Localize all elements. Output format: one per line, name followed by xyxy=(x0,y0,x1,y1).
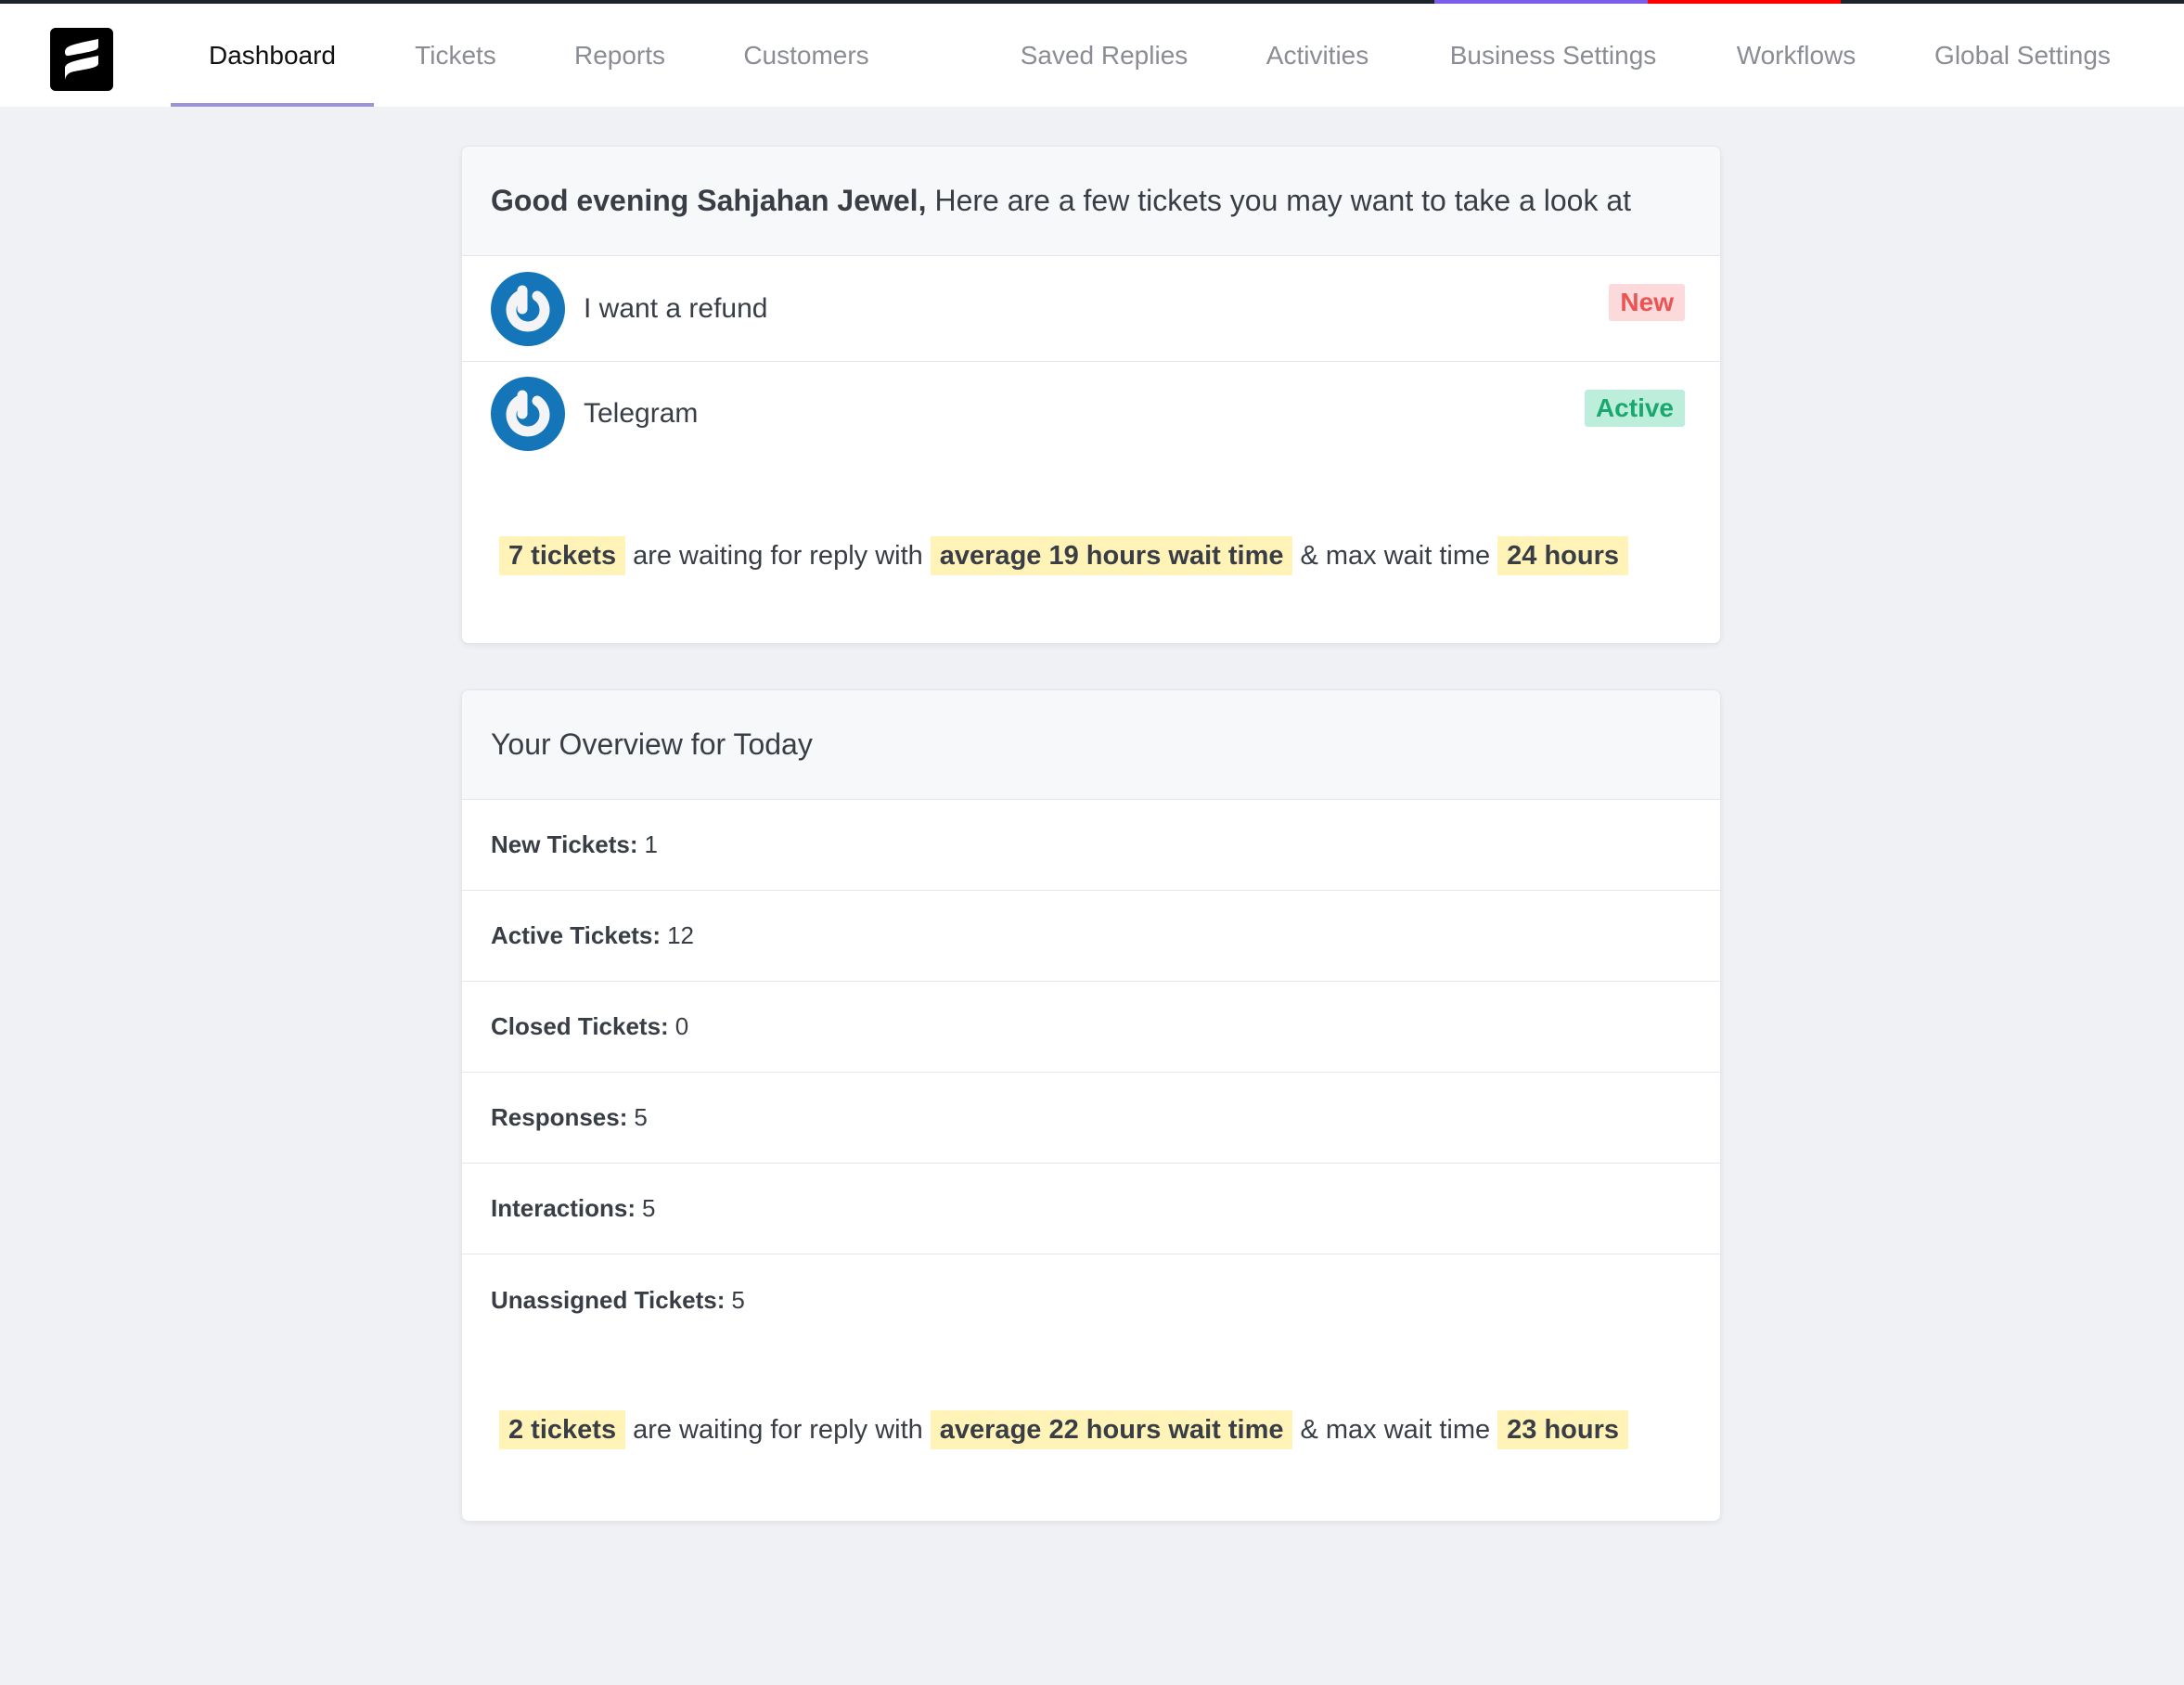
stat-value: 12 xyxy=(667,921,694,949)
ticket-title[interactable]: I want a refund xyxy=(584,293,767,325)
nav-tab-saved-replies[interactable]: Saved Replies xyxy=(1011,4,1197,107)
waiting-count: 7 tickets xyxy=(499,536,626,575)
overview-header: Your Overview for Today xyxy=(462,690,1720,800)
stat-value: 5 xyxy=(634,1103,648,1131)
stat-label: Active Tickets: xyxy=(491,921,662,949)
fluent-support-logo-icon xyxy=(65,39,98,80)
stat-responses: Responses: 5 xyxy=(462,1073,1720,1164)
overview-title: Your Overview for Today xyxy=(491,727,813,761)
stat-unassigned-tickets: Unassigned Tickets: 5 xyxy=(462,1254,1720,1345)
max-wait-time: 23 hours xyxy=(1497,1410,1629,1449)
waiting-summary: 7 tickets are waiting for reply with ave… xyxy=(499,536,1629,575)
waiting-summary: 2 tickets are waiting for reply with ave… xyxy=(499,1410,1629,1449)
waiting-count: 2 tickets xyxy=(499,1410,626,1449)
ticket-title[interactable]: Telegram xyxy=(584,398,698,430)
gravatar-icon xyxy=(506,285,550,331)
nav-tab-business-settings[interactable]: Business Settings xyxy=(1438,4,1668,107)
status-badge-active: Active xyxy=(1584,390,1685,427)
stat-closed-tickets: Closed Tickets: 0 xyxy=(462,982,1720,1073)
avatar xyxy=(491,377,565,451)
max-wait-text: & max wait time xyxy=(1300,540,1491,571)
greeting-name: Good evening Sahjahan Jewel, xyxy=(491,184,927,217)
ticket-row[interactable]: Telegram Active xyxy=(462,362,1720,466)
stat-label: Unassigned Tickets: xyxy=(491,1285,726,1314)
nav-tab-customers[interactable]: Customers xyxy=(724,4,889,107)
stat-active-tickets: Active Tickets: 12 xyxy=(462,891,1720,982)
stat-value: 5 xyxy=(731,1285,745,1314)
status-badge-new: New xyxy=(1609,284,1685,321)
stat-label: Interactions: xyxy=(491,1194,636,1222)
max-wait-text: & max wait time xyxy=(1300,1414,1491,1445)
nav-tab-dashboard[interactable]: Dashboard xyxy=(171,4,374,107)
main-navigation: Dashboard Tickets Reports Customers Save… xyxy=(0,4,2184,107)
stat-interactions: Interactions: 5 xyxy=(462,1164,1720,1254)
average-wait-time: average 22 hours wait time xyxy=(930,1410,1293,1449)
stat-value: 5 xyxy=(642,1194,656,1222)
stat-value: 0 xyxy=(674,1012,689,1040)
max-wait-time: 24 hours xyxy=(1497,536,1629,575)
stat-label: Responses: xyxy=(491,1103,628,1131)
nav-tab-tickets[interactable]: Tickets xyxy=(395,4,516,107)
average-wait-time: average 19 hours wait time xyxy=(930,536,1293,575)
stat-label: New Tickets: xyxy=(491,830,638,858)
nav-tab-activities[interactable]: Activities xyxy=(1249,4,1386,107)
nav-tab-reports[interactable]: Reports xyxy=(557,4,683,107)
stat-label: Closed Tickets: xyxy=(491,1012,669,1040)
gravatar-icon xyxy=(506,390,550,437)
waiting-text: are waiting for reply with xyxy=(633,540,923,571)
nav-tab-workflows[interactable]: Workflows xyxy=(1724,4,1869,107)
greeting-header: Good evening Sahjahan Jewel, Here are a … xyxy=(462,147,1720,256)
waiting-text: are waiting for reply with xyxy=(633,1414,923,1445)
nav-tab-global-settings[interactable]: Global Settings xyxy=(1924,4,2121,107)
greeting-card: Good evening Sahjahan Jewel, Here are a … xyxy=(461,146,1721,644)
avatar xyxy=(491,271,565,346)
ticket-row[interactable]: I want a refund New xyxy=(462,256,1720,362)
app-logo[interactable] xyxy=(50,28,113,91)
stat-value: 1 xyxy=(644,830,658,858)
greeting-text: Here are a few tickets you may want to t… xyxy=(934,184,1632,217)
overview-card: Your Overview for Today New Tickets: 1 A… xyxy=(461,689,1721,1522)
stat-new-tickets: New Tickets: 1 xyxy=(462,800,1720,891)
